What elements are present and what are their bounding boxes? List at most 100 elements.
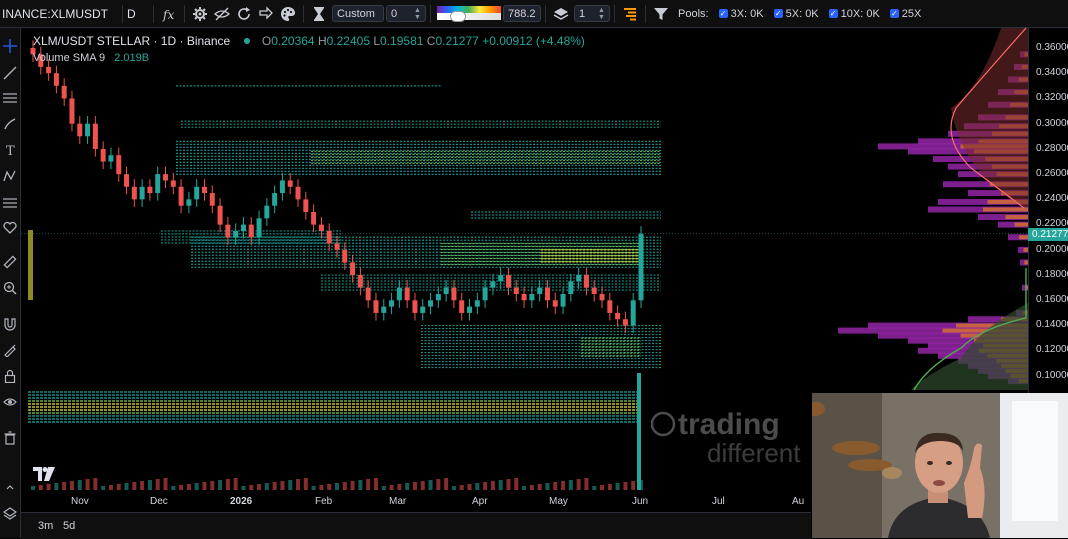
profile-area-upper [951,28,1028,208]
lock-icon[interactable] [2,368,18,384]
candle-body [53,73,59,86]
settings-gear-icon[interactable] [189,3,211,25]
heart-icon[interactable] [2,220,18,236]
pool-3x-toggle[interactable]: ✓ 3X: 0K [718,8,764,20]
volume-bar [93,478,98,490]
legend-open-value: 0.20364 [271,34,315,48]
time-tick-label: Feb [315,496,333,507]
prediction-icon[interactable] [2,194,18,210]
crosshair-icon[interactable] [2,38,18,54]
volume-bar [194,483,199,490]
checkbox-checked-icon[interactable]: ✓ [718,9,728,18]
candle-body [272,193,278,206]
time-tick-label: Au [792,496,805,507]
checkbox-checked-icon[interactable]: ✓ [828,9,838,18]
layers-icon[interactable] [550,3,572,25]
text-tool-icon[interactable]: T [2,142,18,158]
filter-icon[interactable] [650,3,672,25]
volume-sma-legend[interactable]: Volume SMA 9 2.019B [33,52,149,64]
layers-count-input[interactable]: 1 ▲ ▼ [574,5,611,22]
checkbox-checked-icon[interactable]: ✓ [889,9,899,18]
refresh-icon[interactable] [233,3,255,25]
volume-bar [132,482,137,490]
opacity-value: 788.2 [508,7,536,20]
candle-body [303,199,309,212]
replay-arrow-icon[interactable] [255,3,277,25]
top-toolbar: INANCE:XLMUSDT D fx Custom 0 ▲ ▼ 788.2 1… [0,0,1068,28]
candle-body [342,249,348,263]
hourglass-icon[interactable] [308,3,330,25]
pool-5x-toggle[interactable]: ✓ 5X: 0K [773,8,819,20]
divider [184,4,186,23]
candle-body [201,186,207,194]
symbol-search[interactable]: INANCE:XLMUSDT [0,0,118,27]
volume-bar [631,481,636,490]
candle-body [170,180,176,187]
chevron-up-icon[interactable] [2,482,18,492]
legend-open-label: O [261,34,272,48]
candle-body [209,193,215,206]
stay-drawing-icon[interactable] [2,342,18,358]
candle-body [194,186,200,200]
profile-bars-icon[interactable] [619,3,641,25]
legend-high-value: 0.22405 [326,34,371,48]
price-tick-label: 0.26000 [1036,168,1068,179]
trend-line-icon[interactable] [2,65,18,81]
pool-10x-toggle[interactable]: ✓ 10X: 0K [828,8,880,20]
candle-body [467,306,473,313]
volume-bar [350,481,355,490]
lookback-mode-select[interactable]: Custom [332,5,385,22]
candle-body [334,243,340,250]
color-palette-icon[interactable] [277,3,299,25]
price-scale[interactable]: 0.36000 0.34000 0.32000 0.30000 0.28000 0.260… [1028,28,1068,408]
volume-sma-label: Volume SMA 9 [33,52,106,64]
opacity-input[interactable]: 788.2 [503,5,542,22]
volume-bar [210,481,215,490]
volume-bar [366,479,371,490]
price-tick-label: 0.10000 [1036,369,1068,381]
fib-lines-icon[interactable] [2,90,18,106]
candle-body [240,224,246,231]
range-button-5d[interactable]: 5d [63,520,75,532]
interval-button[interactable]: D [127,0,149,27]
candle-body [474,300,480,307]
candle-body [389,300,395,307]
heatmap-gradient-slider[interactable] [437,5,502,23]
candle-body [225,224,231,238]
brush-icon[interactable] [2,116,18,132]
tradingview-logo-icon[interactable] [33,467,55,481]
volume-profile-bar [1014,222,1028,227]
magnet-icon[interactable] [2,316,18,332]
object-tree-icon[interactable] [2,506,18,522]
indicators-fx-icon[interactable]: fx [158,3,180,25]
stepper-icon[interactable]: ▲ ▼ [598,7,605,21]
volume-bar [147,480,152,490]
candle-body [412,300,418,313]
volume-bar [561,481,566,490]
visibility-eye-icon[interactable] [2,394,18,410]
lookback-value-input[interactable]: 0 ▲ ▼ [386,5,427,22]
pool-25x-toggle[interactable]: ✓ 25X [889,8,921,20]
slider-thumb[interactable] [450,10,467,22]
volume-bar [358,480,363,490]
candle-body [108,155,114,162]
volume-bar [288,480,293,490]
zoom-in-icon[interactable] [2,280,18,296]
candle-body [61,85,67,99]
candle-body [482,287,488,301]
stepper-icon[interactable]: ▲ ▼ [414,7,421,21]
ruler-icon[interactable] [2,254,18,270]
hide-eye-icon[interactable] [211,3,233,25]
candle-body [256,218,262,238]
trash-icon[interactable] [2,430,18,446]
volume-bar [405,483,410,490]
pattern-icon[interactable] [2,168,18,184]
candle-body [591,287,597,294]
volume-sma-value: 2.019B [114,52,150,64]
candle-body [318,224,324,231]
range-button-3m[interactable]: 3m [38,520,53,532]
volume-bar [280,481,285,490]
checkbox-checked-icon[interactable]: ✓ [773,9,783,18]
time-tick-label: Apr [472,496,488,507]
time-scale[interactable]: Nov Dec 2026 Feb Mar Apr May Jun Jul Au [21,490,811,510]
